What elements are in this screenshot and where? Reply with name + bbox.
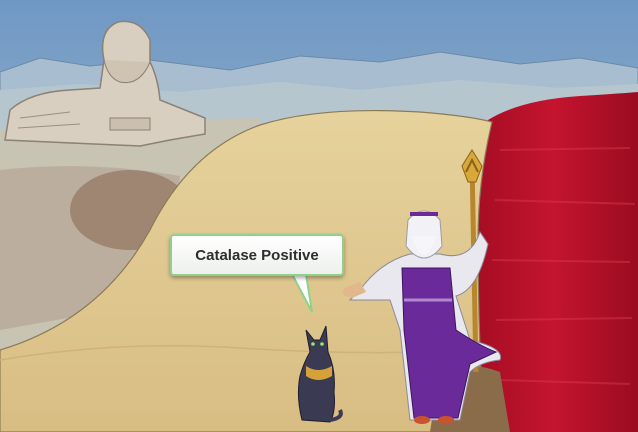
game-scene: Catalase Positive xyxy=(0,0,638,432)
speech-bubble-text: Catalase Positive xyxy=(195,246,319,264)
speech-bubble: Catalase Positive xyxy=(170,234,344,276)
scene-illustration xyxy=(0,0,638,432)
